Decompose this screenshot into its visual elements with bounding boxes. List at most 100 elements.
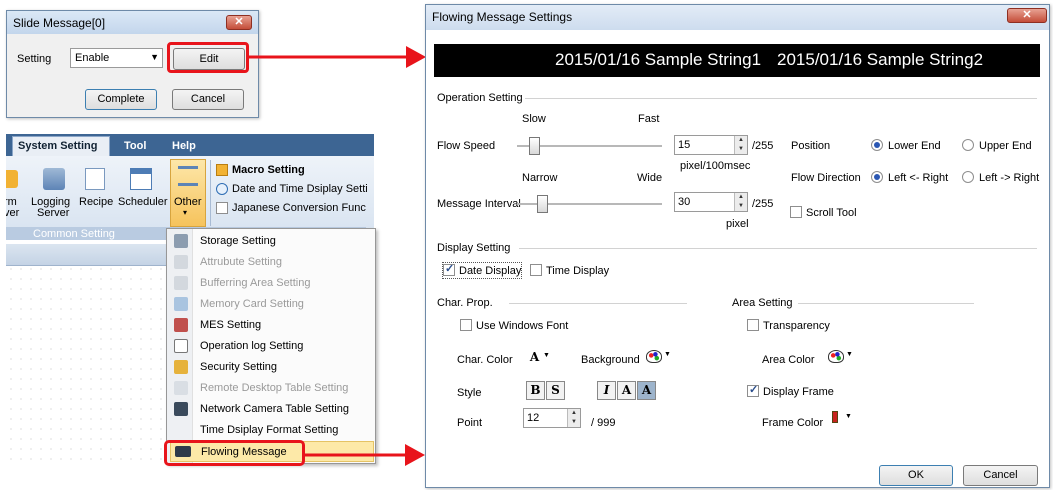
point-input[interactable]: 12 ▲ ▼: [523, 408, 581, 428]
shadow-button[interactable]: S: [546, 381, 565, 400]
area-color-button[interactable]: ▼: [827, 348, 853, 367]
chevron-down-icon: ▼: [543, 352, 550, 359]
date-time-display-item[interactable]: Date and Time Dsiplay Setti: [216, 183, 374, 199]
flow-speed-label: Flow Speed: [437, 140, 496, 152]
menu-item-mes-setting[interactable]: MES Setting: [170, 315, 374, 336]
macro-setting-item[interactable]: Macro Setting: [216, 164, 374, 180]
char-color-button[interactable]: A ▼: [525, 349, 550, 368]
clock-icon: [216, 183, 228, 195]
emboss-button[interactable]: A: [637, 381, 656, 400]
slide-message-titlebar: Slide Message[0]: [7, 11, 258, 34]
message-interval-label: Message Interval: [437, 198, 521, 210]
lower-end-radio[interactable]: [871, 139, 883, 151]
char-prop-divider: [509, 303, 687, 304]
scheduler-button[interactable]: Scheduler: [116, 162, 168, 222]
logging-server-button[interactable]: Logging Server: [31, 162, 75, 222]
message-interval-input[interactable]: 30 ▲ ▼: [674, 192, 748, 212]
menu-item-security-setting[interactable]: Security Setting: [170, 357, 374, 378]
menu-item-bufferring-area-setting[interactable]: Bufferring Area Setting: [170, 273, 374, 294]
left-from-right-radio[interactable]: [871, 171, 883, 183]
message-interval-spinner[interactable]: ▲ ▼: [734, 193, 747, 211]
setting-label: Setting: [17, 53, 52, 65]
menu-item-memory-card-setting[interactable]: Memory Card Setting: [170, 294, 374, 315]
ok-button[interactable]: OK: [879, 465, 953, 486]
transparency-label: Transparency: [763, 320, 830, 332]
menu-item-attrubute-setting[interactable]: Attrubute Setting: [170, 252, 374, 273]
frame-color-button[interactable]: ▼: [828, 410, 852, 429]
preview-text-1: 2015/01/16 Sample String1: [555, 50, 762, 69]
slow-label: Slow: [522, 113, 546, 125]
display-setting-heading: Display Setting: [437, 242, 511, 254]
buffer-icon: [174, 276, 188, 290]
close-icon[interactable]: ✕: [226, 15, 252, 30]
slide-message-title: Slide Message[0]: [13, 16, 106, 30]
close-icon[interactable]: ✕: [1007, 8, 1047, 23]
time-display-checkbox[interactable]: [530, 264, 542, 276]
date-display-checkbox[interactable]: [443, 262, 455, 276]
edit-highlight-frame: [167, 42, 249, 73]
scroll-tool-label: Scroll Tool: [806, 207, 857, 219]
other-icon: [178, 166, 198, 186]
left-to-right-radio[interactable]: [962, 171, 974, 183]
remote-desktop-icon: [174, 381, 188, 395]
attribute-icon: [174, 255, 188, 269]
flow-speed-unit: pixel/100msec: [680, 160, 751, 172]
message-interval-slider-thumb[interactable]: [537, 195, 548, 213]
alarm-server-icon: [6, 170, 18, 188]
menu-item-storage-setting[interactable]: Storage Setting: [170, 231, 374, 252]
lock-icon: [174, 360, 188, 374]
message-interval-unit: pixel: [726, 218, 749, 230]
chevron-down-icon: ▼: [664, 351, 671, 358]
transparency-checkbox[interactable]: [747, 319, 759, 331]
japanese-conversion-checkbox[interactable]: [216, 202, 228, 214]
char-color-label: Char. Color: [457, 354, 513, 366]
italic-button[interactable]: I: [597, 381, 616, 400]
frame-color-label: Frame Color: [762, 417, 824, 429]
area-setting-divider: [798, 303, 974, 304]
char-color-swatch: A: [529, 350, 540, 364]
date-display-label: Date Display: [459, 265, 522, 277]
recipe-button[interactable]: Recipe: [77, 162, 117, 222]
flow-speed-spinner[interactable]: ▲ ▼: [734, 136, 747, 154]
point-max: / 999: [591, 417, 616, 429]
pen-icon: [832, 411, 838, 423]
display-frame-checkbox[interactable]: [747, 383, 759, 397]
palette-icon: [828, 350, 844, 363]
flow-direction-label: Flow Direction: [791, 172, 861, 184]
chevron-down-icon: ▼: [846, 351, 853, 358]
background-color-button[interactable]: ▼: [645, 348, 671, 367]
message-interval-slider[interactable]: [517, 194, 662, 214]
operation-setting-heading: Operation Setting: [437, 92, 523, 104]
flow-speed-slider[interactable]: [517, 136, 662, 156]
menu-item-operation-log-setting[interactable]: Operation log Setting: [170, 336, 374, 357]
ribbon-separator: [210, 160, 211, 226]
chevron-down-icon: ▼: [845, 413, 852, 420]
other-button[interactable]: Other ▾: [170, 159, 206, 227]
scroll-tool-checkbox[interactable]: [790, 206, 802, 218]
tab-tool[interactable]: Tool: [124, 140, 146, 152]
time-display-label: Time Display: [546, 265, 610, 277]
cancel-button[interactable]: Cancel: [172, 89, 244, 110]
display-setting-divider: [519, 248, 1037, 249]
menu-item-network-camera-table-setting[interactable]: Network Camera Table Setting: [170, 399, 374, 420]
menu-item-time-display-format-setting[interactable]: Time Dsiplay Format Setting: [170, 420, 374, 441]
setting-select[interactable]: Enable ▼: [70, 48, 163, 68]
japanese-conversion-item[interactable]: Japanese Conversion Func: [216, 202, 374, 218]
tab-help[interactable]: Help: [172, 140, 196, 152]
bold-button[interactable]: B: [526, 381, 545, 400]
use-windows-font-checkbox[interactable]: [460, 319, 472, 331]
upper-end-radio[interactable]: [962, 139, 974, 151]
outline-button[interactable]: A: [617, 381, 636, 400]
complete-button[interactable]: Complete: [85, 89, 157, 110]
operation-setting-divider: [525, 98, 1037, 99]
flow-speed-slider-thumb[interactable]: [529, 137, 540, 155]
point-spinner[interactable]: ▲ ▼: [567, 409, 580, 427]
tab-system-setting[interactable]: System Setting: [18, 140, 97, 152]
flow-speed-input[interactable]: 15 ▲ ▼: [674, 135, 748, 155]
menu-item-remote-desktop-table-setting[interactable]: Remote Desktop Table Setting: [170, 378, 374, 399]
cancel-button[interactable]: Cancel: [963, 465, 1038, 486]
alarm-server-button[interactable]: rm ver: [6, 162, 28, 222]
macro-icon: [216, 164, 228, 176]
palette-icon: [646, 350, 662, 363]
background-label: Background: [581, 354, 640, 366]
